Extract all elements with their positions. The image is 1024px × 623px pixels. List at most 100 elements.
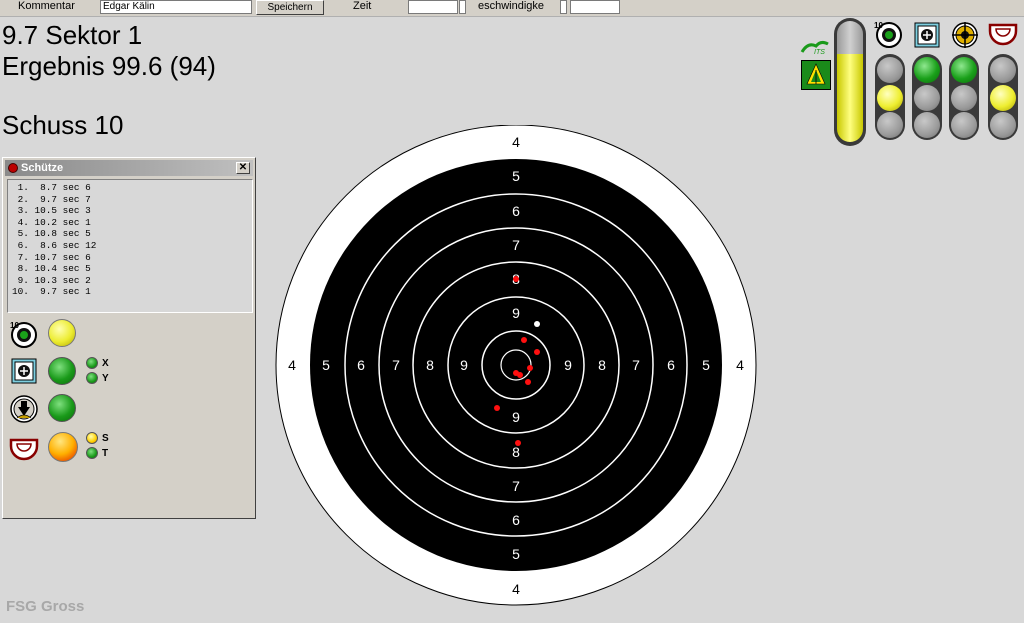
shield-icon[interactable] — [9, 434, 39, 464]
label-7-right: 7 — [632, 357, 640, 373]
shot-list[interactable]: 1. 8.7 sec 6 2. 9.7 sec 7 3. 10.5 sec 3 … — [7, 179, 253, 313]
kommentar-label: Kommentar — [18, 0, 75, 12]
label-4-right: 4 — [736, 357, 744, 373]
label-8-bottom: 8 — [512, 444, 520, 460]
label-9-left: 9 — [460, 357, 468, 373]
traffic-light-3 — [949, 54, 979, 140]
shot-row: 8. 10.4 sec 5 — [12, 263, 91, 275]
shooter-status-light — [48, 394, 76, 422]
ten-label: 10 — [10, 321, 19, 330]
s-status-light — [86, 432, 98, 444]
target-icon — [8, 163, 18, 173]
traffic-light-2 — [912, 54, 942, 140]
t-label: T — [102, 448, 109, 459]
shield-status-icon[interactable] — [988, 22, 1018, 50]
shot-row: 5. 10.8 sec 5 — [12, 228, 91, 240]
label-9-bottom: 9 — [512, 409, 520, 425]
range-icon[interactable] — [801, 60, 831, 90]
traffic-light-4 — [988, 54, 1018, 140]
ten-ring-icon[interactable]: 10 — [9, 320, 37, 348]
center-status-icon[interactable] — [914, 22, 942, 50]
tl1-mid-light — [877, 85, 903, 111]
label-4-bottom: 4 — [512, 581, 520, 597]
label-7-left: 7 — [392, 357, 400, 373]
target: 4 4 4 4 5 5 5 5 6 6 6 6 7 7 7 7 8 8 8 8 … — [275, 125, 757, 606]
shot-row: 1. 8.7 sec 6 — [12, 182, 91, 193]
zeit-input[interactable] — [408, 0, 458, 14]
label-6-top: 6 — [512, 203, 520, 219]
tl4-mid-light — [990, 85, 1016, 111]
zeit-label: Zeit — [353, 0, 372, 12]
save-button[interactable]: Speichern — [256, 0, 324, 15]
speed-input[interactable] — [570, 0, 620, 14]
shot-mark — [525, 379, 531, 385]
level-gauge — [834, 18, 866, 146]
shot-mark — [494, 405, 500, 411]
shot-row: 2. 9.7 sec 7 — [12, 193, 91, 205]
shot-mark — [527, 365, 533, 371]
tl2-top-light — [914, 57, 940, 83]
crosshair-icon[interactable] — [950, 20, 978, 48]
label-6-bottom: 6 — [512, 512, 520, 528]
svg-text:ITS: ITS — [814, 49, 825, 56]
tl2-bottom-light — [914, 112, 940, 138]
status-ten-label: 10 — [874, 21, 883, 30]
y-status-light — [86, 372, 98, 384]
ten-status-light — [48, 319, 76, 347]
t-status-light — [86, 447, 98, 459]
label-6-right: 6 — [667, 357, 675, 373]
logo-icon: ITS — [800, 38, 832, 56]
tl4-bottom-light — [990, 112, 1016, 138]
shot-row: 4. 10.2 sec 1 — [12, 216, 91, 228]
x-label: X — [102, 358, 109, 369]
panel-title: Schütze — [21, 162, 64, 174]
shooter-icon[interactable] — [9, 394, 39, 424]
zeit-slider-handle[interactable] — [459, 0, 466, 14]
watermark: FSG Gross — [6, 598, 85, 615]
shot-mark — [521, 337, 527, 343]
tl2-mid-light — [914, 85, 940, 111]
shot-mark — [517, 372, 523, 378]
ring-5 — [310, 159, 722, 571]
label-9-top: 9 — [512, 305, 520, 321]
shot-mark — [534, 349, 540, 355]
shot-row: 3. 10.5 sec 3 — [12, 205, 91, 217]
label-5-right: 5 — [702, 357, 710, 373]
last-shot-mark — [534, 321, 540, 327]
ten-ring-status-icon[interactable]: 10 — [874, 20, 902, 48]
speed-slider-handle[interactable] — [560, 0, 567, 14]
label-6-left: 6 — [357, 357, 365, 373]
traffic-light-1 — [875, 54, 905, 140]
s-label: S — [102, 433, 109, 444]
shield-status-light — [48, 432, 78, 462]
level-gauge-fill — [837, 54, 863, 142]
shot-mark — [513, 276, 519, 282]
kommentar-input[interactable]: Edgar Kälin — [100, 0, 252, 14]
toolbar: Kommentar Edgar Kälin Speichern Zeit esc… — [0, 0, 1024, 17]
x-status-light — [86, 357, 98, 369]
shot-row: 9. 10.3 sec 2 — [12, 274, 91, 286]
speed-label: eschwindigke — [478, 0, 545, 12]
center-icon[interactable] — [11, 358, 37, 384]
label-4-top: 4 — [512, 134, 520, 150]
label-8-left: 8 — [426, 357, 434, 373]
label-7-bottom: 7 — [512, 478, 520, 494]
last-shot-text: 9.7 Sektor 1 — [2, 20, 143, 50]
shooter-panel: Schütze ✕ 1. 8.7 sec 6 2. 9.7 sec 7 3. 1… — [2, 157, 256, 519]
shot-row: 7. 10.7 sec 6 — [12, 251, 91, 263]
y-label: Y — [102, 373, 109, 384]
close-button[interactable]: ✕ — [236, 162, 250, 174]
label-8-right: 8 — [598, 357, 606, 373]
center-status-light — [48, 357, 76, 385]
ergebnis-text: Ergebnis 99.6 (94) — [2, 51, 216, 81]
label-5-left: 5 — [322, 357, 330, 373]
label-4-left: 4 — [288, 357, 296, 373]
shot-row: 10. 9.7 sec 1 — [12, 286, 91, 298]
tl4-top-light — [990, 57, 1016, 83]
tl3-bottom-light — [951, 112, 977, 138]
tl1-bottom-light — [877, 112, 903, 138]
tl3-mid-light — [951, 85, 977, 111]
schuss-text: Schuss 10 — [2, 110, 124, 140]
panel-titlebar[interactable]: Schütze ✕ — [5, 160, 253, 176]
tl1-top-light — [877, 57, 903, 83]
